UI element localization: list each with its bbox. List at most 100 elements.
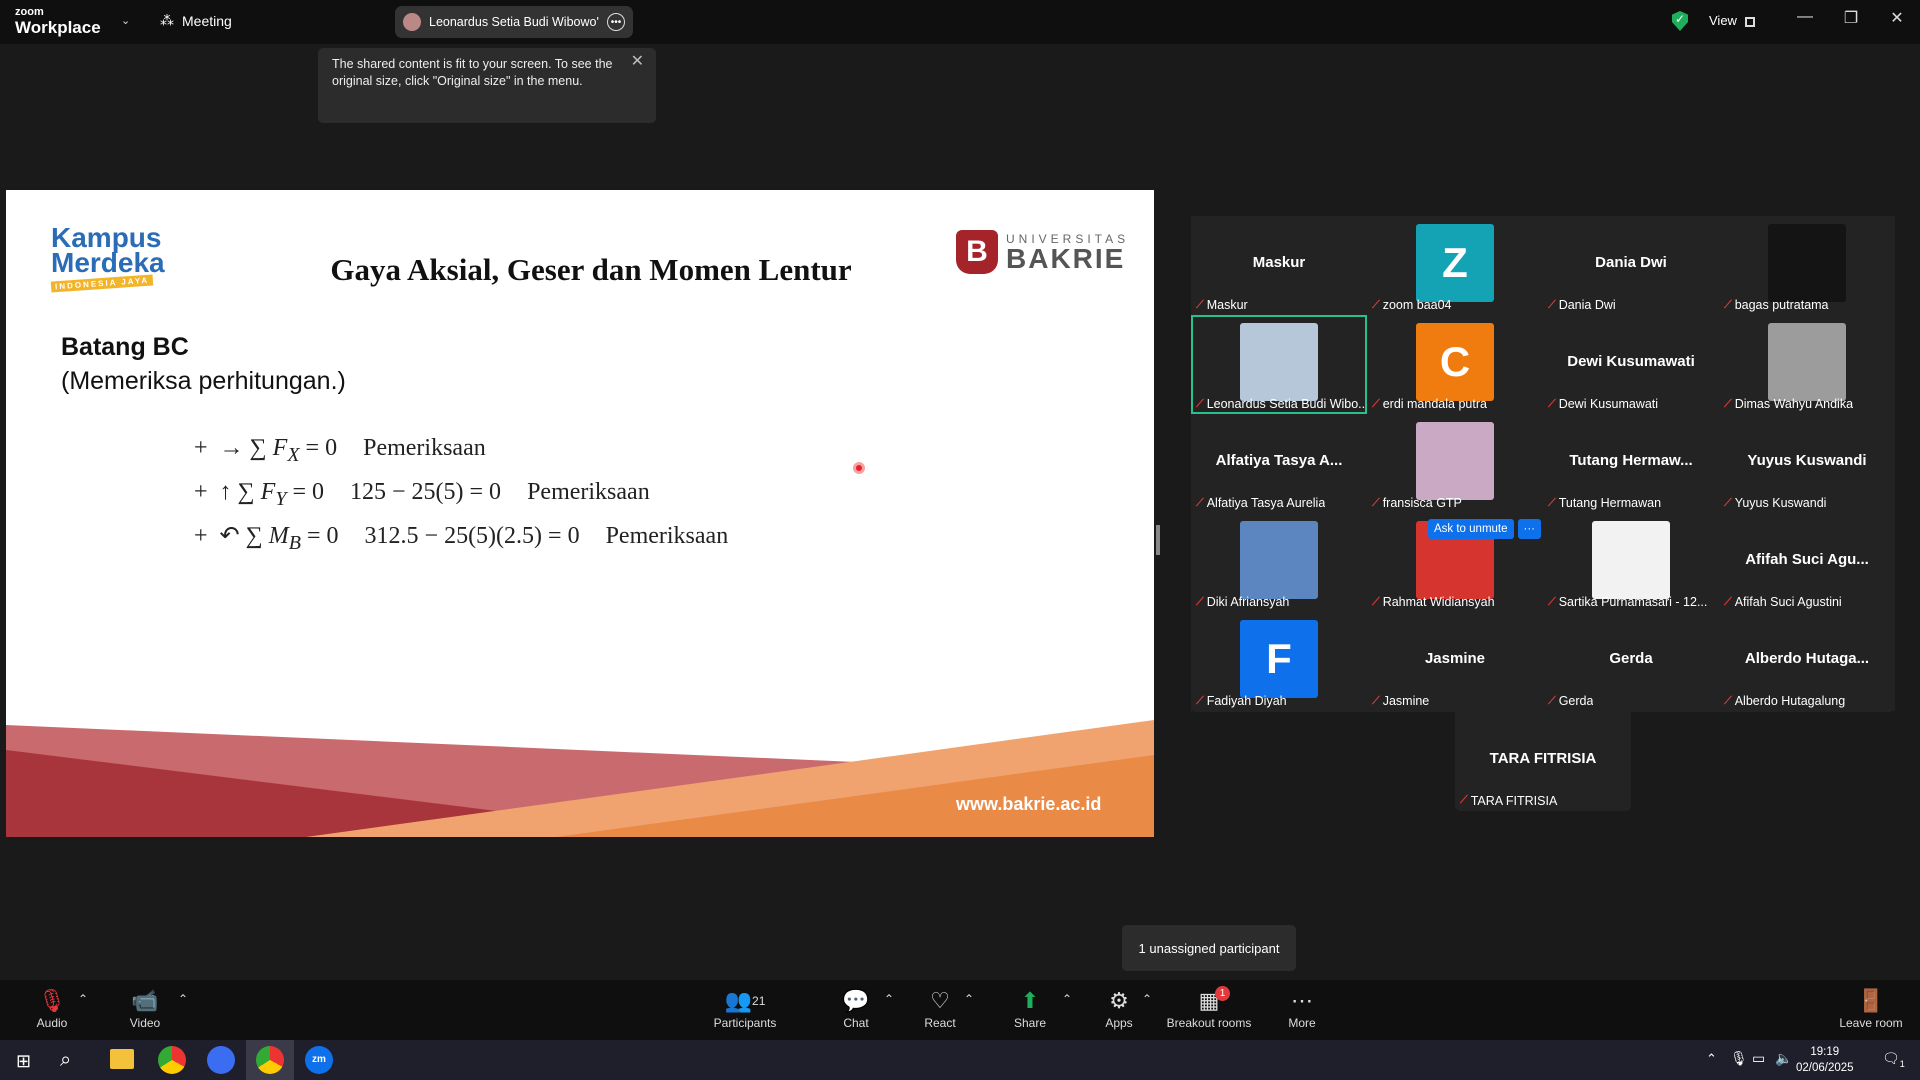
meeting-toolbar: 🎙 Audio ⌃ 📹 Video ⌃ 👥21 Participants 💬 C… (0, 980, 1920, 1040)
tile-name: Fadiyah Diyah (1206, 694, 1287, 708)
tile-name: Maskur (1206, 298, 1248, 312)
notification-icon[interactable]: 🗨1 (1882, 1050, 1905, 1069)
participant-tile-tara[interactable]: TARA FITRISIA ⟋ TARA FITRISIA (1455, 712, 1631, 811)
participant-tile[interactable]: Dewi Kusumawati ⟋ Dewi Kusumawati (1543, 315, 1719, 414)
encryption-shield-icon[interactable] (1672, 11, 1688, 31)
react-caret-icon[interactable]: ⌃ (964, 992, 974, 1006)
video-off-icon: 📹 (131, 988, 159, 1013)
share-label: Share (1013, 1016, 1047, 1030)
more-button[interactable]: ⋯ More (1282, 988, 1322, 1030)
close-icon[interactable]: ✕ (631, 53, 644, 70)
grid-icon (1744, 16, 1755, 27)
tile-display-name: Tutang Hermaw... (1569, 452, 1693, 469)
search-icon[interactable]: ⌕ (60, 1049, 71, 1072)
participant-tile[interactable]: ⟋ fransisca GTP (1367, 414, 1543, 513)
app-icon[interactable] (207, 1046, 235, 1074)
view-button[interactable]: View (1709, 13, 1755, 28)
tile-label: ⟋ Afifah Suci Agustini (1724, 595, 1842, 609)
slide-heading: Batang BC (61, 333, 189, 361)
brand-small: zoom (15, 6, 44, 18)
video-thumbnail (1240, 521, 1318, 599)
apps-button[interactable]: ⚙ Apps (1099, 988, 1139, 1030)
participant-tile[interactable]: Tutang Hermaw... ⟋ Tutang Hermawan (1543, 414, 1719, 513)
leave-room-button[interactable]: 🚪 Leave room (1836, 988, 1906, 1030)
video-label: Video (129, 1016, 161, 1030)
restore-icon[interactable]: ❐ (1828, 8, 1874, 28)
network-icon[interactable]: ▭ (1752, 1050, 1765, 1067)
eq2-calc: 125 − 25(5) = 0 (350, 478, 502, 505)
initial-avatar: Z (1416, 224, 1494, 302)
tile-name: Tutang Hermawan (1558, 496, 1662, 510)
tile-name: Dimas Wahyu Andika (1734, 397, 1854, 411)
participant-tile[interactable]: ⟋ Leonardus Setia Budi Wibo... (1191, 315, 1367, 414)
mic-muted-icon: ⟋ (1196, 397, 1204, 410)
video-thumbnail (1416, 422, 1494, 500)
microphone-tray-icon[interactable]: 🎙 (1730, 1050, 1748, 1067)
participant-tile[interactable]: ⟋ Diki Afriansyah (1191, 513, 1367, 612)
system-clock[interactable]: 19:19 02/06/2025 (1796, 1044, 1854, 1076)
tile-display-name: TARA FITRISIA (1489, 750, 1597, 767)
chrome-icon[interactable] (158, 1046, 186, 1074)
tile-name: Dewi Kusumawati (1558, 397, 1659, 411)
tile-label: ⟋ Dewi Kusumawati (1548, 397, 1658, 411)
minimize-icon[interactable]: — (1782, 8, 1828, 26)
breakout-rooms-button[interactable]: ▦ 1 Breakout rooms (1166, 986, 1252, 1030)
clock-date: 02/06/2025 (1796, 1062, 1854, 1074)
share-screen-icon: ⬆ (1020, 988, 1040, 1013)
audio-caret-icon[interactable]: ⌃ (78, 992, 88, 1006)
participant-tile[interactable]: Maskur ⟋ Maskur (1191, 216, 1367, 315)
screen-share-pill[interactable]: Leonardus Setia Budi Wibowo's sc ••• (395, 6, 633, 38)
participant-tile[interactable]: ⟋ Sartika Purnamasari - 12... (1543, 513, 1719, 612)
participant-tile[interactable]: Z ⟋ zoom baa04 (1367, 216, 1543, 315)
univ-large: BAKRIE (1006, 243, 1126, 274)
react-button[interactable]: ♡ React (920, 988, 960, 1030)
title-bar: zoom Workplace ⌄ ⁂ Meeting Leonardus Set… (0, 0, 1920, 44)
windows-start-icon[interactable]: ⊞ (16, 1051, 31, 1072)
participant-tile[interactable]: Alberdo Hutaga... ⟋ Alberdo Hutagalung (1719, 612, 1895, 711)
participant-tile[interactable]: ⟋ bagas putratama (1719, 216, 1895, 315)
volume-icon[interactable]: 🔈 (1775, 1050, 1792, 1067)
mic-muted-icon: ⟋ (1196, 496, 1204, 509)
close-icon[interactable]: ✕ (1874, 8, 1920, 28)
ask-to-unmute-button[interactable]: Ask to unmute (1428, 519, 1514, 539)
tile-name: Leonardus Setia Budi Wibo... (1206, 397, 1364, 411)
video-button[interactable]: 📹 Video (124, 988, 166, 1030)
chat-caret-icon[interactable]: ⌃ (884, 992, 894, 1006)
chat-button[interactable]: 💬 Chat (836, 988, 876, 1030)
participant-tile[interactable]: Yuyus Kuswandi ⟋ Yuyus Kuswandi (1719, 414, 1895, 513)
universitas-bakrie-logo: B UNIVERSITAS BAKRIE (956, 230, 1129, 274)
participant-tile[interactable]: Gerda ⟋ Gerda (1543, 612, 1719, 711)
tile-display-name: Alberdo Hutaga... (1744, 650, 1870, 667)
tile-name: Sartika Purnamasari - 12... (1558, 595, 1708, 609)
panel-resize-handle[interactable] (1156, 525, 1160, 555)
app-logo: zoom Workplace (15, 6, 101, 37)
share-caret-icon[interactable]: ⌃ (1062, 992, 1072, 1006)
participant-tile[interactable]: Dania Dwi ⟋ Dania Dwi (1543, 216, 1719, 315)
participant-tile[interactable]: Afifah Suci Agu... ⟋ Afifah Suci Agustini (1719, 513, 1895, 612)
tile-name: Rahmat Widiansyah (1382, 595, 1495, 609)
chevron-down-icon[interactable]: ⌄ (121, 14, 130, 27)
slide-url: www.bakrie.ac.id (956, 794, 1102, 814)
tray-expand-icon[interactable]: ⌃ (1706, 1051, 1717, 1067)
share-pill-label: Leonardus Setia Budi Wibowo's sc (429, 15, 599, 29)
more-options-icon[interactable]: ••• (607, 13, 625, 31)
participant-tile[interactable]: Alfatiya Tasya A... ⟋ Alfatiya Tasya Aurel… (1191, 414, 1367, 513)
participant-tile[interactable]: ⟋ Dimas Wahyu Andika (1719, 315, 1895, 414)
chrome-icon-active[interactable] (256, 1046, 284, 1074)
tile-more-button[interactable]: ··· (1517, 519, 1542, 539)
video-caret-icon[interactable]: ⌃ (178, 992, 188, 1006)
zoom-taskbar-icon[interactable]: zm (305, 1046, 333, 1074)
participant-tile[interactable]: Jasmine ⟋ Jasmine (1367, 612, 1543, 711)
bakrie-mark: B (956, 230, 998, 274)
participant-tile[interactable]: C ⟋ erdi mandala putra (1367, 315, 1543, 414)
mic-muted-icon: ⟋ (1372, 298, 1380, 311)
file-explorer-icon[interactable] (110, 1049, 134, 1069)
tile-label: ⟋ TARA FITRISIA (1460, 794, 1557, 808)
participants-button[interactable]: 👥21 Participants (710, 988, 780, 1030)
share-button[interactable]: ⬆ Share (1010, 988, 1050, 1030)
participant-tile[interactable]: F ⟋ Fadiyah Diyah (1191, 612, 1367, 711)
audio-button[interactable]: 🎙 Audio (32, 988, 72, 1030)
meeting-tab[interactable]: ⁂ Meeting (160, 12, 232, 29)
audio-label: Audio (36, 1016, 68, 1030)
apps-caret-icon[interactable]: ⌃ (1142, 992, 1152, 1006)
